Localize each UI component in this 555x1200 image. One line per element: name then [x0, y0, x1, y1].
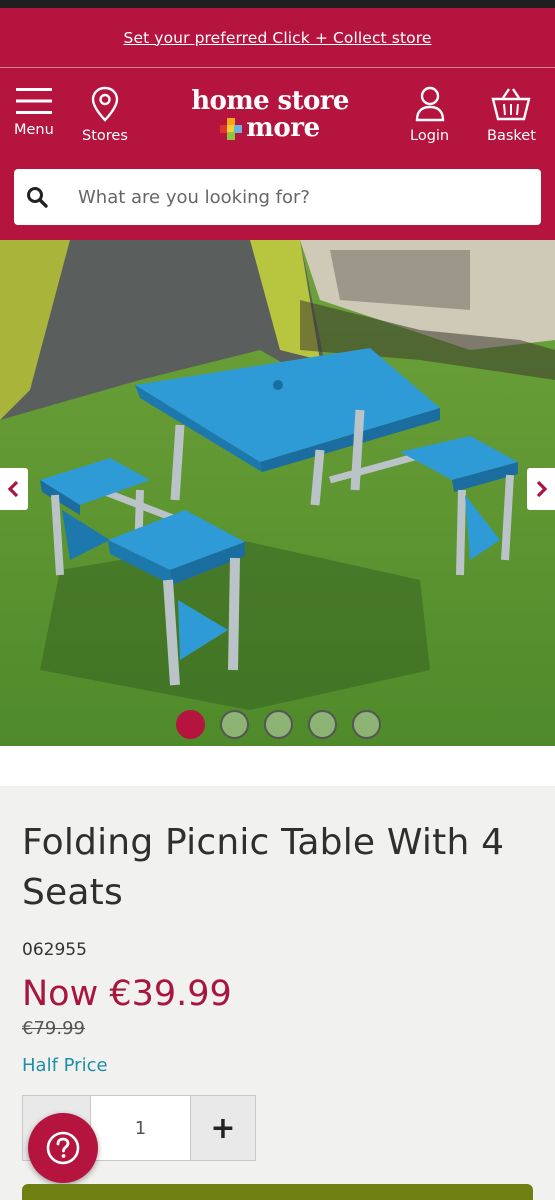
help-button[interactable]	[28, 1113, 98, 1183]
help-icon	[46, 1131, 80, 1165]
login-label: Login	[410, 128, 450, 144]
brand-logo[interactable]: home store more	[190, 88, 350, 142]
chevron-left-icon	[7, 480, 19, 498]
basket-icon	[491, 88, 531, 121]
carousel-dot[interactable]	[220, 710, 249, 739]
current-price: Now €39.99	[22, 974, 232, 1014]
user-icon	[415, 86, 444, 122]
gallery-spacer	[0, 746, 555, 786]
carousel-dot[interactable]	[176, 710, 205, 739]
basket-label: Basket	[487, 128, 536, 144]
click-collect-link[interactable]: Set your preferred Click + Collect store	[124, 29, 432, 47]
site-header: Menu Stores home store more Login Basket…	[0, 68, 555, 240]
product-image	[0, 240, 555, 746]
carousel-dot[interactable]	[264, 710, 293, 739]
deal-label: Half Price	[22, 1055, 108, 1076]
status-strip	[0, 0, 555, 8]
product-image-carousel[interactable]	[0, 240, 555, 746]
click-collect-banner: Set your preferred Click + Collect store	[0, 8, 555, 68]
search-bar[interactable]	[14, 169, 541, 225]
search-input[interactable]	[78, 186, 518, 208]
menu-label: Menu	[14, 122, 54, 138]
quantity-increase-button[interactable]: +	[191, 1096, 255, 1160]
product-title: Folding Picnic Table With 4 Seats	[22, 822, 505, 913]
quantity-input[interactable]: 1	[90, 1096, 191, 1160]
basket-button[interactable]: Basket	[487, 86, 536, 144]
carousel-next-button[interactable]	[527, 468, 555, 510]
carousel-dot[interactable]	[352, 710, 381, 739]
product-sku: 062955	[22, 940, 87, 960]
chevron-right-icon	[536, 480, 548, 498]
carousel-prev-button[interactable]	[0, 468, 28, 510]
search-icon[interactable]	[26, 186, 48, 208]
carousel-dot[interactable]	[308, 710, 337, 739]
login-button[interactable]: Login	[410, 86, 449, 144]
logo-text-top: home store	[191, 86, 349, 116]
product-info: Folding Picnic Table With 4 Seats 062955…	[22, 818, 537, 1076]
logo-plus-icon	[220, 117, 243, 140]
logo-text-bottom: more	[246, 113, 320, 143]
location-pin-icon	[91, 86, 119, 122]
menu-button[interactable]: Menu	[14, 86, 54, 138]
stores-label: Stores	[82, 128, 128, 144]
add-to-basket-button[interactable]	[22, 1184, 533, 1200]
carousel-dots	[176, 710, 381, 739]
stores-button[interactable]: Stores	[82, 86, 128, 144]
original-price: €79.99	[22, 1018, 85, 1039]
menu-icon	[15, 88, 52, 114]
